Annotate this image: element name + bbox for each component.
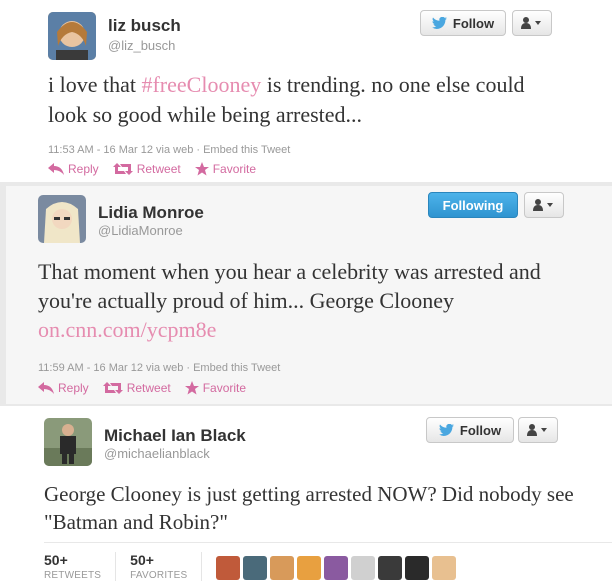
user-actions-dropdown[interactable] — [518, 417, 558, 443]
following-label: Following — [442, 197, 504, 213]
user-handle[interactable]: @michaelianblack — [104, 446, 210, 461]
user-actions-dropdown[interactable] — [524, 192, 564, 218]
favorite-star-icon — [194, 162, 209, 176]
user-handle[interactable]: @liz_busch — [108, 38, 175, 53]
follow-label: Follow — [452, 15, 495, 31]
user-actions-dropdown[interactable] — [512, 10, 552, 36]
avatar[interactable] — [38, 195, 86, 243]
reply-button[interactable]: Reply — [38, 381, 89, 395]
tweet-card-michael-ian-black: Michael Ian Black @michaelianblack Follo… — [0, 406, 612, 586]
twitter-bird-icon — [431, 16, 447, 29]
favorites-stat[interactable]: 50+ FAVORITES — [130, 552, 203, 581]
tweet-link[interactable]: on.cnn.com/ycpm8e — [38, 317, 216, 342]
avatar[interactable] — [44, 418, 92, 466]
following-button[interactable]: Following — [428, 192, 518, 218]
tweet-meta[interactable]: 11:59 AM - 16 Mar 12 via web · Embed thi… — [38, 362, 280, 374]
twitter-bird-icon — [438, 423, 454, 436]
favorite-button[interactable]: Favorite — [184, 381, 247, 395]
avatar[interactable] — [243, 556, 268, 580]
user-dropdown-icon — [527, 424, 547, 436]
user-dropdown-icon — [533, 199, 553, 211]
tweet-text: George Clooney is just getting arrested … — [44, 482, 574, 534]
reply-button[interactable]: Reply — [48, 162, 99, 176]
favorite-button[interactable]: Favorite — [194, 162, 257, 176]
retweet-label: Retweet — [136, 162, 181, 176]
retweet-button[interactable]: Retweet — [112, 162, 181, 176]
retweet-icon — [102, 382, 123, 394]
follow-button[interactable]: Follow — [420, 10, 506, 36]
tweet-text-part: i love that — [48, 72, 142, 97]
follow-button[interactable]: Follow — [426, 417, 514, 443]
favorites-count: 50+ — [130, 552, 154, 568]
avatar[interactable] — [324, 556, 349, 580]
reply-label: Reply — [58, 381, 89, 395]
tweet-text: i love that #freeClooney is trending. no… — [48, 70, 528, 130]
reply-label: Reply — [68, 162, 99, 176]
avatar[interactable] — [216, 556, 241, 580]
user-dropdown-icon — [521, 17, 541, 29]
follow-label: Follow — [459, 422, 502, 438]
tweet-card-lidia-monroe: Lidia Monroe @LidiaMonroe Following That… — [6, 186, 612, 404]
tweet-actions: Reply Retweet Favorite — [48, 162, 256, 176]
retweets-label: RETWEETS — [44, 570, 102, 581]
hashtag-link[interactable]: #freeClooney — [141, 72, 261, 97]
retweet-button[interactable]: Retweet — [102, 381, 171, 395]
avatar[interactable] — [378, 556, 403, 580]
favorite-star-icon — [184, 381, 199, 395]
user-handle[interactable]: @LidiaMonroe — [98, 223, 183, 238]
user-name[interactable]: Lidia Monroe — [98, 203, 204, 223]
avatar[interactable] — [351, 556, 376, 580]
avatar[interactable] — [270, 556, 295, 580]
favorite-label: Favorite — [212, 162, 257, 176]
retweeter-avatars — [216, 552, 457, 580]
retweet-label: Retweet — [126, 381, 171, 395]
tweet-stats: 50+ RETWEETS 50+ FAVORITES — [44, 552, 457, 581]
favorites-label: FAVORITES — [130, 570, 188, 581]
tweet-text-part: That moment when you hear a celebrity wa… — [38, 259, 541, 313]
retweets-stat[interactable]: 50+ RETWEETS — [44, 552, 117, 581]
user-name[interactable]: Michael Ian Black — [104, 426, 246, 446]
reply-icon — [48, 163, 64, 175]
avatar[interactable] — [48, 12, 96, 60]
retweets-count: 50+ — [44, 552, 68, 568]
avatar[interactable] — [297, 556, 322, 580]
retweet-icon — [112, 163, 133, 175]
stats-divider — [44, 542, 612, 543]
tweet-card-liz-busch: liz busch @liz_busch Follow i love that … — [0, 0, 612, 182]
tweet-meta[interactable]: 11:53 AM - 16 Mar 12 via web · Embed thi… — [48, 144, 290, 156]
avatar[interactable] — [405, 556, 430, 580]
user-name[interactable]: liz busch — [108, 16, 181, 36]
tweet-text: That moment when you hear a celebrity wa… — [38, 257, 578, 344]
avatar[interactable] — [432, 556, 457, 580]
reply-icon — [38, 382, 54, 394]
tweet-actions: Reply Retweet Favorite — [38, 381, 246, 395]
favorite-label: Favorite — [202, 381, 247, 395]
